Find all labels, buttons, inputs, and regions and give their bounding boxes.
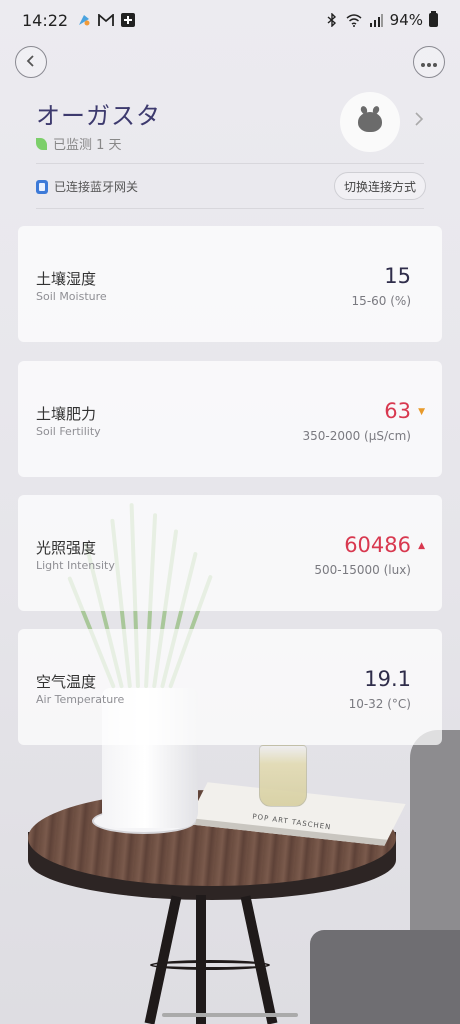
chevron-right-icon[interactable]: [414, 108, 424, 132]
more-options-button[interactable]: [413, 46, 445, 78]
metric-label: 土壤湿度: [36, 270, 97, 288]
metric-value: 15: [384, 264, 411, 288]
metric-card-air-temperature[interactable]: 空气温度 Air Temperature 19.1 10-32 (°C): [18, 629, 442, 745]
status-bar: 14:22 94%: [0, 0, 460, 40]
metric-sublabel: Light Intensity: [36, 559, 115, 572]
metric-value: 19.1: [364, 667, 411, 691]
trend-down-icon: ▼: [418, 407, 425, 417]
metric-range: 10-32 (°C): [348, 697, 411, 711]
bluetooth-icon: [324, 12, 340, 28]
metric-label: 土壤肥力: [36, 405, 97, 423]
signal-icon: [368, 12, 384, 28]
metric-card-soil-fertility[interactable]: 土壤肥力 Soil Fertility 63 ▼ 350-2000 (μS/cm…: [18, 361, 442, 477]
more-dots-icon: [420, 52, 438, 73]
status-system-icons: 94%: [324, 11, 438, 29]
divider: [36, 208, 424, 209]
plant-avatar[interactable]: [340, 92, 400, 152]
status-notification-icons: [76, 12, 136, 28]
chair-seat: [310, 930, 460, 1024]
app-icon: [76, 12, 92, 28]
home-indicator[interactable]: [162, 1013, 298, 1017]
chevron-left-icon: [25, 52, 37, 73]
back-button[interactable]: [15, 46, 47, 78]
metric-sublabel: Soil Moisture: [36, 290, 107, 303]
metric-range: 500-15000 (lux): [314, 563, 411, 577]
metric-value: 60486: [344, 533, 411, 557]
connection-status: 已连接蓝牙网关: [36, 178, 138, 195]
chair-back: [410, 730, 460, 960]
connection-status-text: 已连接蓝牙网关: [54, 180, 139, 194]
metric-card-soil-moisture[interactable]: 土壤湿度 Soil Moisture 15 15-60 (%): [18, 226, 442, 342]
metric-label: 光照强度: [36, 539, 97, 557]
metric-label: 空气温度: [36, 673, 97, 691]
metric-sublabel: Soil Fertility: [36, 425, 101, 438]
battery-icon: [429, 11, 438, 27]
divider: [36, 163, 424, 164]
metric-range: 15-60 (%): [351, 294, 411, 308]
switch-connection-button[interactable]: 切换连接方式: [334, 172, 426, 200]
metric-value: 63: [384, 399, 411, 423]
background-glass: [259, 745, 307, 807]
plant-avatar-icon: [358, 112, 382, 132]
trend-up-icon: ▲: [418, 541, 425, 551]
wifi-icon: [346, 12, 362, 28]
metric-range: 350-2000 (μS/cm): [302, 429, 411, 443]
metric-sublabel: Air Temperature: [36, 693, 125, 706]
plus-icon: [120, 12, 136, 28]
monitor-duration: 已监测 1 天: [36, 134, 122, 153]
monitor-duration-text: 已监测 1 天: [53, 138, 122, 153]
battery-percent: 94%: [389, 11, 423, 29]
gateway-icon: [36, 179, 48, 194]
table-ring: [150, 960, 270, 970]
leaf-icon: [36, 137, 47, 150]
device-name: オーガスタ: [36, 102, 161, 130]
metric-card-light-intensity[interactable]: 光照强度 Light Intensity 60486 ▲ 500-15000 (…: [18, 495, 442, 611]
status-time: 14:22: [22, 10, 69, 30]
gmail-icon: [98, 12, 115, 28]
